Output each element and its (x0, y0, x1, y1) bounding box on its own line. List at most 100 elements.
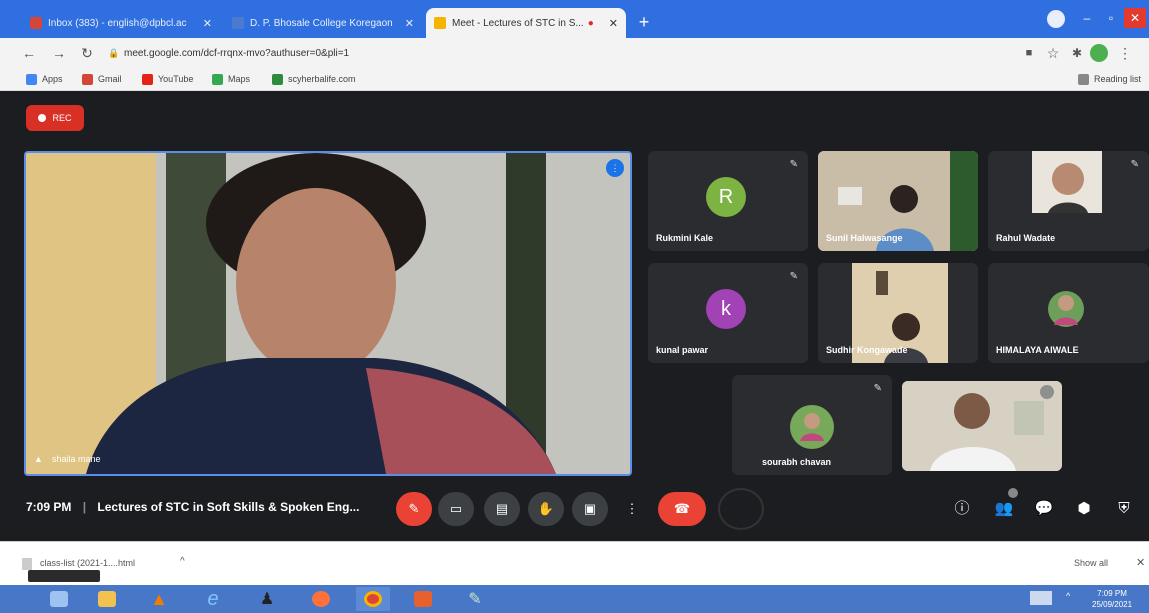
gmail-icon (30, 17, 42, 29)
tab-meet[interactable]: Meet - Lectures of STC in S... ● ✕ (426, 8, 626, 38)
media-icon (414, 591, 432, 607)
close-icon[interactable]: ✕ (1136, 556, 1145, 569)
tab-gmail[interactable]: Inbox (383) - english@dpbcl.ac ✕ (22, 8, 220, 38)
mic-muted-icon: ✎ (789, 271, 798, 282)
taskbar-folder[interactable] (90, 587, 124, 611)
bookmark-youtube[interactable]: YouTube (142, 72, 193, 86)
reading-list-label: Reading list (1094, 74, 1142, 84)
meeting-time: 7:09 PM (26, 500, 72, 514)
participant-tile-sourabh[interactable]: ✎ sourabh chavan (732, 375, 892, 475)
raise-hand-button[interactable]: ✋ (528, 492, 564, 526)
taskbar-explorer[interactable] (42, 587, 76, 611)
people-icon[interactable]: 👥 (992, 497, 1016, 521)
reading-list[interactable]: Reading list (1078, 72, 1141, 86)
close-tab-icon[interactable]: ✕ (399, 17, 414, 30)
present-icon: ▣ (583, 501, 597, 516)
participant-tile-himalaya[interactable]: HIMALAYA AIWALE (988, 263, 1149, 363)
download-item[interactable]: class-list (2021-1....html (40, 558, 135, 568)
chrome-icon (364, 591, 382, 607)
mic-toggle-button[interactable]: ✎ (396, 492, 432, 526)
taskbar-media[interactable] (406, 587, 440, 611)
folder-icon (98, 591, 116, 607)
host-controls-icon[interactable]: ⛨ (1112, 497, 1136, 521)
forward-icon[interactable]: → (50, 44, 68, 62)
bookmark-maps[interactable]: Maps (212, 72, 250, 86)
leave-call-button[interactable]: ☎ (658, 492, 706, 526)
self-view-video (902, 381, 1062, 471)
chat-icon[interactable]: 💬 (1032, 497, 1056, 521)
recording-dot-icon: ● (587, 17, 594, 29)
windows-taskbar: ▲ e ♟ ✎ ^ 7:09 PM 25/09/2021 (0, 585, 1149, 613)
bookmark-label: scyherbalife.com (288, 74, 356, 84)
mic-muted-icon: ✎ (1130, 159, 1139, 170)
pin-icon: ▲ (34, 454, 43, 464)
self-view-tile[interactable] (902, 381, 1062, 471)
recording-indicator[interactable]: REC (26, 105, 84, 131)
participant-tile-sunil[interactable]: Sunil Halwasange (818, 151, 978, 251)
pen-icon: ✎ (468, 591, 482, 608)
maximize-icon[interactable]: ▫ (1100, 8, 1122, 28)
clock-date: 25/09/2021 (1092, 600, 1133, 609)
clock[interactable]: 7:09 PM 25/09/2021 (1092, 588, 1132, 610)
participant-name: Rukmini Kale (656, 233, 714, 243)
show-all-link[interactable]: Show all (1074, 558, 1108, 568)
self-view-options-icon[interactable] (1040, 385, 1054, 399)
language-icon[interactable] (1030, 591, 1052, 605)
bookmark-herbalife[interactable]: scyherbalife.com (272, 72, 356, 86)
firefox-icon (312, 591, 330, 607)
reading-list-icon (1078, 73, 1089, 85)
taskbar-pen[interactable]: ✎ (458, 587, 492, 611)
tooltip (28, 570, 100, 582)
taskbar-firefox[interactable] (304, 587, 338, 611)
activities-icon[interactable]: ⬢ (1072, 497, 1096, 521)
participant-tile-sudhir[interactable]: Sudhir Kongawade (818, 263, 978, 363)
meeting-details-icon[interactable]: ⓘ (950, 497, 974, 521)
avatar: R (706, 177, 746, 217)
vlc-icon: ▲ (150, 588, 168, 609)
avatar[interactable] (1090, 44, 1108, 62)
taskbar-ie[interactable]: e (196, 587, 230, 611)
camera-icon: ▭ (449, 501, 463, 516)
reload-icon[interactable]: ↻ (78, 44, 96, 62)
participant-tile-kunal[interactable]: ✎ k kunal pawar (648, 263, 808, 363)
bookmark-star-icon[interactable]: ☆ (1044, 44, 1062, 62)
participant-name: Sunil Halwasange (826, 233, 903, 243)
loading-spinner (718, 488, 764, 530)
back-icon[interactable]: ← (20, 44, 38, 62)
main-speaker-video[interactable]: ⋮ ▲ shaila mane (24, 151, 632, 476)
camera-icon[interactable]: ■ (1020, 44, 1038, 62)
tray-chevron-icon[interactable]: ^ (1066, 591, 1070, 601)
taskbar-vlc[interactable]: ▲ (142, 587, 176, 611)
profile-indicator-icon[interactable] (1047, 10, 1065, 28)
extensions-icon[interactable]: ✱ (1068, 44, 1086, 62)
chevron-up-icon[interactable]: ^ (180, 556, 185, 567)
captions-button[interactable]: ▤ (484, 492, 520, 526)
camera-toggle-button[interactable]: ▭ (438, 492, 474, 526)
more-options-button[interactable]: ⋮ (614, 492, 650, 526)
speaker-video-frame (26, 153, 630, 474)
close-tab-icon[interactable]: ✕ (603, 17, 618, 30)
taskbar-app[interactable]: ♟ (250, 587, 284, 611)
participant-name: Sudhir Kongawade (826, 345, 908, 355)
bookmark-gmail[interactable]: Gmail (82, 72, 122, 86)
bookmark-apps[interactable]: Apps (26, 72, 63, 86)
new-tab-button[interactable]: + (634, 12, 654, 32)
participant-tile-rahul[interactable]: ✎ Rahul Wadate (988, 151, 1149, 251)
present-button[interactable]: ▣ (572, 492, 608, 526)
close-tab-icon[interactable]: ✕ (197, 17, 212, 30)
hand-icon: ✋ (537, 501, 555, 516)
more-vert-icon: ⋮ (625, 501, 639, 516)
meet-favicon-icon (434, 17, 446, 29)
file-icon (22, 558, 32, 570)
tab-college[interactable]: D. P. Bhosale College Koregaon ✕ (224, 8, 422, 38)
bookmark-label: YouTube (158, 74, 194, 84)
window-close-icon[interactable]: ✕ (1124, 8, 1146, 28)
minimize-icon[interactable]: – (1076, 8, 1098, 28)
address-bar[interactable]: 🔒 meet.google.com/dcf-rrqnx-mvo?authuser=… (108, 43, 1008, 63)
downloads-bar: class-list (2021-1....html ^ Show all ✕ (0, 541, 1149, 586)
participant-tile-rukmini[interactable]: ✎ R Rukmini Kale (648, 151, 808, 251)
menu-icon[interactable]: ⋮ (1116, 44, 1134, 62)
record-dot-icon (38, 114, 47, 122)
taskbar-chrome[interactable] (356, 587, 390, 611)
speaking-indicator-icon: ⋮ (606, 159, 624, 177)
